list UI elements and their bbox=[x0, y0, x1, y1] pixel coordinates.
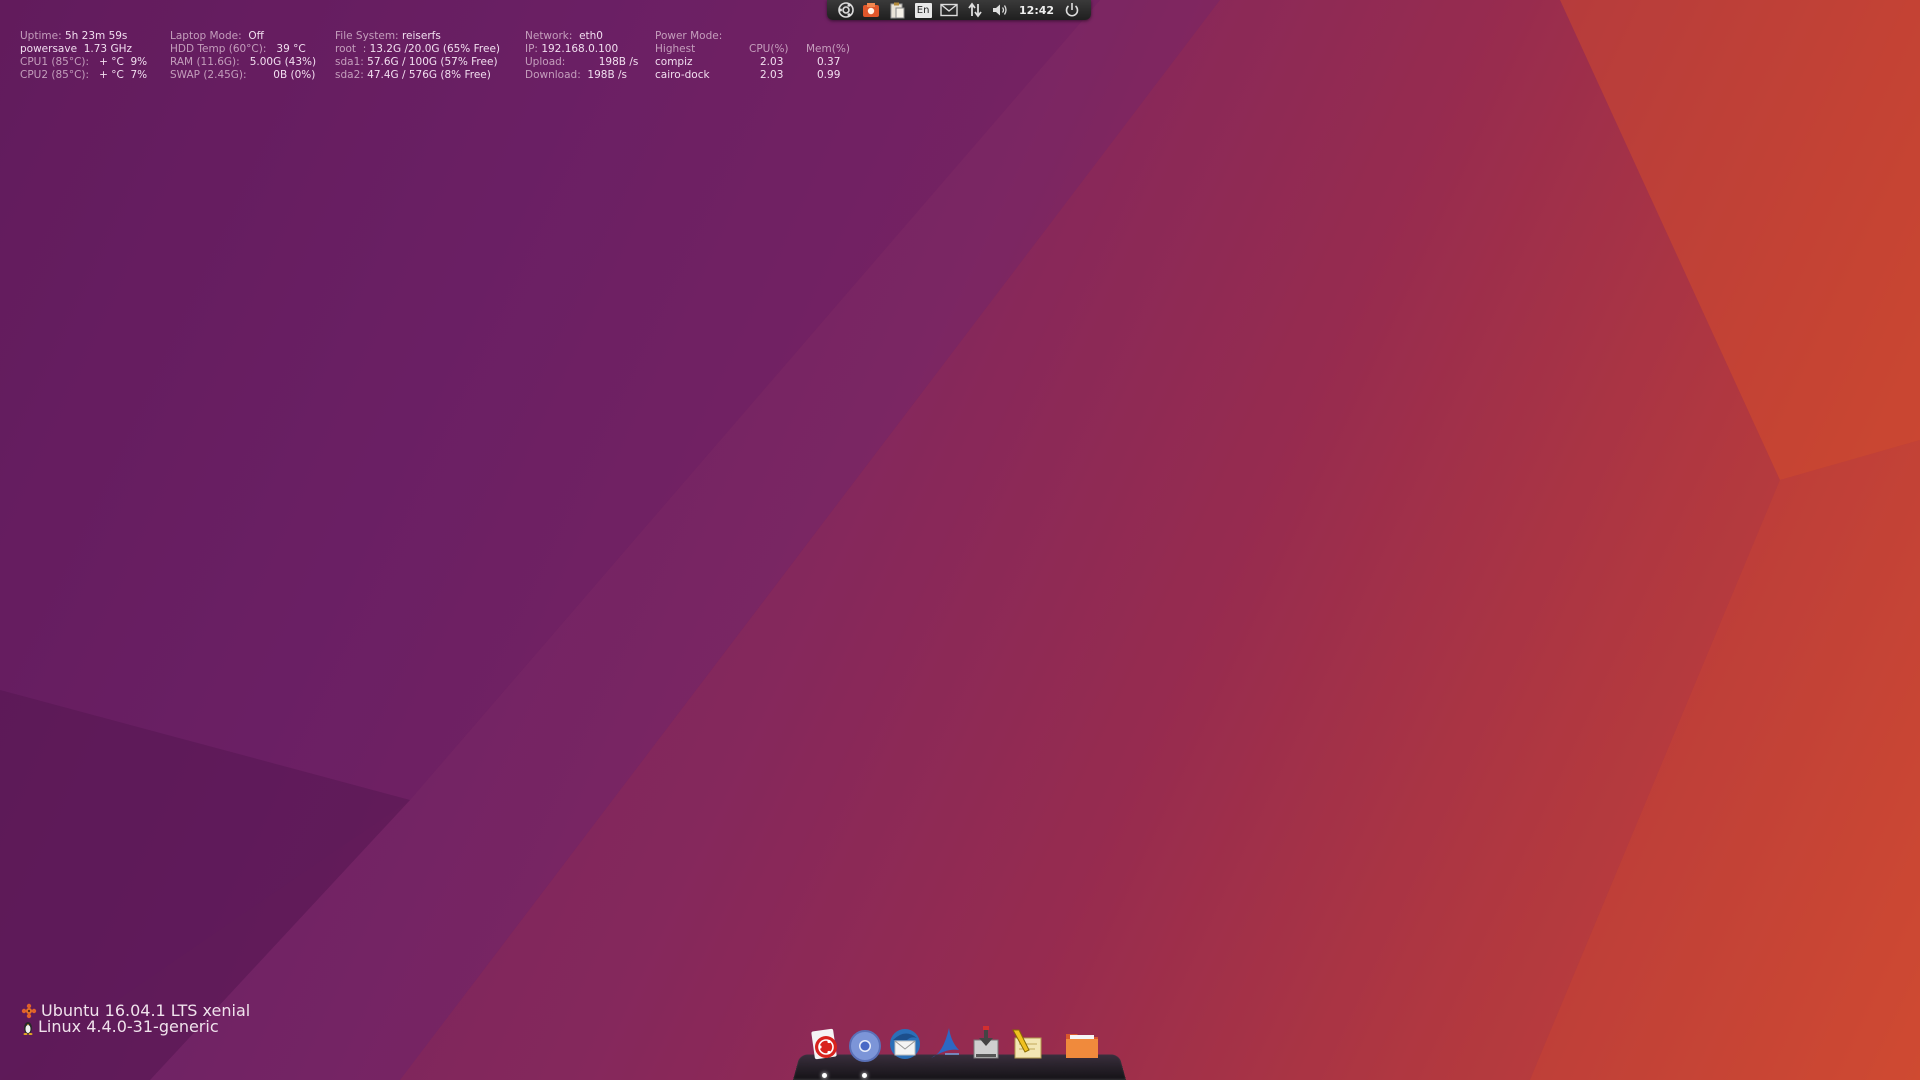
network-value: eth0 bbox=[579, 30, 603, 42]
mail-icon[interactable] bbox=[939, 1, 958, 19]
clipboard-icon[interactable] bbox=[888, 1, 907, 19]
cpu-freq-row: powersave 1.73 GHz bbox=[20, 43, 132, 56]
swap-row: SWAP (2.45G): 0B (0%) bbox=[170, 69, 315, 82]
thunderbird-icon[interactable] bbox=[885, 1024, 925, 1064]
screenshot-tool-icon[interactable] bbox=[862, 1, 881, 19]
power-mode-value: Highest bbox=[655, 43, 696, 55]
filesystem-label: File System: bbox=[335, 30, 399, 42]
network-row: Network: eth0 bbox=[525, 30, 603, 43]
process-1-cpu: 2.03 bbox=[760, 56, 784, 68]
power-icon[interactable] bbox=[1063, 1, 1082, 19]
chromium-browser-icon[interactable] bbox=[845, 1024, 885, 1064]
cpu1-value: + °C 9% bbox=[99, 56, 148, 68]
running-indicator bbox=[822, 1073, 827, 1078]
mem-percent-header: Mem(%) bbox=[806, 43, 850, 55]
keyboard-language-icon[interactable]: En bbox=[914, 1, 933, 19]
sda1-value: 57.6G / 100G (57% Free) bbox=[367, 56, 498, 68]
download-label: Download: bbox=[525, 69, 581, 81]
laptop-mode-row: Laptop Mode: Off bbox=[170, 30, 264, 43]
laptop-mode-value: Off bbox=[248, 30, 264, 42]
download-row: Download: 198B /s bbox=[525, 69, 627, 82]
process-cpu: 2.03 bbox=[760, 69, 783, 82]
file-manager-icon[interactable] bbox=[1062, 1024, 1102, 1064]
volume-icon[interactable] bbox=[991, 1, 1010, 19]
uptime-value: 5h 23m 59s bbox=[64, 30, 128, 42]
wallpaper bbox=[0, 0, 1920, 1080]
cpu-header: CPU(%) bbox=[749, 43, 789, 56]
filesystem-value: reiserfs bbox=[401, 30, 441, 42]
process-mem: 0.99 bbox=[817, 69, 840, 82]
swap-value: 0B (0%) bbox=[273, 69, 316, 81]
ip-label: IP: bbox=[525, 43, 538, 55]
clock[interactable]: 12:42 bbox=[1017, 4, 1056, 17]
process-2-mem: 0.99 bbox=[817, 69, 841, 81]
root-disk-label: root : bbox=[335, 43, 367, 55]
mem-header: Mem(%) bbox=[806, 43, 850, 56]
filesystem-row: File System: reiserfs bbox=[335, 30, 441, 43]
cpu2-label: CPU2 (85°C): bbox=[20, 69, 90, 81]
ubuntu-flower-icon bbox=[21, 1003, 37, 1019]
sda1-label: sda1: bbox=[335, 56, 364, 68]
network-arrows-icon[interactable] bbox=[965, 1, 984, 19]
cpu2-value: + °C 7% bbox=[99, 69, 148, 81]
laptop-mode-label: Laptop Mode: bbox=[170, 30, 242, 42]
cpu1-row: CPU1 (85°C): + °C 9% bbox=[20, 56, 147, 69]
swap-label: SWAP (2.45G): bbox=[170, 69, 247, 81]
sda2-label: sda2: bbox=[335, 69, 364, 81]
power-mode-value-row: Highest bbox=[655, 43, 695, 56]
cpu-percent-header: CPU(%) bbox=[749, 43, 789, 55]
process-1-name: compiz bbox=[655, 56, 693, 68]
kernel-text: Linux 4.4.0-31-generic bbox=[38, 1017, 219, 1036]
process-name: compiz bbox=[655, 56, 693, 69]
network-label: Network: bbox=[525, 30, 573, 42]
kdenlive-icon[interactable] bbox=[925, 1024, 965, 1064]
ubuntu-software-icon[interactable] bbox=[805, 1024, 845, 1064]
ram-value: 5.00G (43%) bbox=[249, 56, 317, 68]
ip-row: IP: 192.168.0.100 bbox=[525, 43, 618, 56]
ubuntu-logo-icon[interactable] bbox=[836, 1, 855, 19]
upload-label: Upload: bbox=[525, 56, 566, 68]
upload-value: 198B /s bbox=[598, 56, 639, 68]
language-indicator: En bbox=[914, 2, 932, 18]
process-1-mem: 0.37 bbox=[817, 56, 841, 68]
uptime-label: Uptime: bbox=[20, 30, 62, 42]
root-disk-value: 13.2G /20.0G (65% Free) bbox=[369, 43, 501, 55]
running-indicator bbox=[862, 1073, 867, 1078]
cpu2-row: CPU2 (85°C): + °C 7% bbox=[20, 69, 147, 82]
cpu-freq-value: 1.73 GHz bbox=[83, 43, 132, 55]
upload-row: Upload: 198B /s bbox=[525, 56, 638, 69]
top-panel: En 12:42 bbox=[827, 0, 1091, 20]
cpu-governor-label: powersave bbox=[20, 43, 78, 55]
root-disk-row: root : 13.2G /20.0G (65% Free) bbox=[335, 43, 500, 56]
ram-label: RAM (11.6G): bbox=[170, 56, 240, 68]
os-info: Ubuntu 16.04.1 LTS xenial Linux 4.4.0-31… bbox=[20, 1003, 250, 1035]
process-2-cpu: 2.03 bbox=[760, 69, 784, 81]
hdd-temp-value: 39 °C bbox=[276, 43, 306, 55]
tux-icon bbox=[23, 1022, 33, 1035]
hdd-temp-row: HDD Temp (60°C): 39 °C bbox=[170, 43, 306, 56]
process-name: cairo-dock bbox=[655, 69, 710, 82]
sda1-row: sda1: 57.6G / 100G (57% Free) bbox=[335, 56, 498, 69]
ram-row: RAM (11.6G): 5.00G (43%) bbox=[170, 56, 316, 69]
uptime-row: Uptime: 5h 23m 59s bbox=[20, 30, 127, 43]
download-value: 198B /s bbox=[587, 69, 628, 81]
desktop[interactable]: En 12:42 Uptime: 5h 23m 59s powersave 1.… bbox=[0, 0, 1920, 1080]
hdd-temp-label: HDD Temp (60°C): bbox=[170, 43, 267, 55]
process-mem: 0.37 bbox=[817, 56, 840, 69]
process-cpu: 2.03 bbox=[760, 56, 783, 69]
cpu1-label: CPU1 (85°C): bbox=[20, 56, 90, 68]
power-mode-label: Power Mode: bbox=[655, 30, 723, 42]
kernel-row: Linux 4.4.0-31-generic bbox=[20, 1019, 250, 1035]
text-editor-icon[interactable] bbox=[1007, 1024, 1047, 1064]
process-2-name: cairo-dock bbox=[655, 69, 710, 81]
sda2-row: sda2: 47.4G / 576G (8% Free) bbox=[335, 69, 491, 82]
ip-value: 192.168.0.100 bbox=[541, 43, 619, 55]
power-mode-row: Power Mode: bbox=[655, 30, 722, 43]
sda2-value: 47.4G / 576G (8% Free) bbox=[367, 69, 491, 81]
installer-icon[interactable] bbox=[966, 1024, 1006, 1064]
